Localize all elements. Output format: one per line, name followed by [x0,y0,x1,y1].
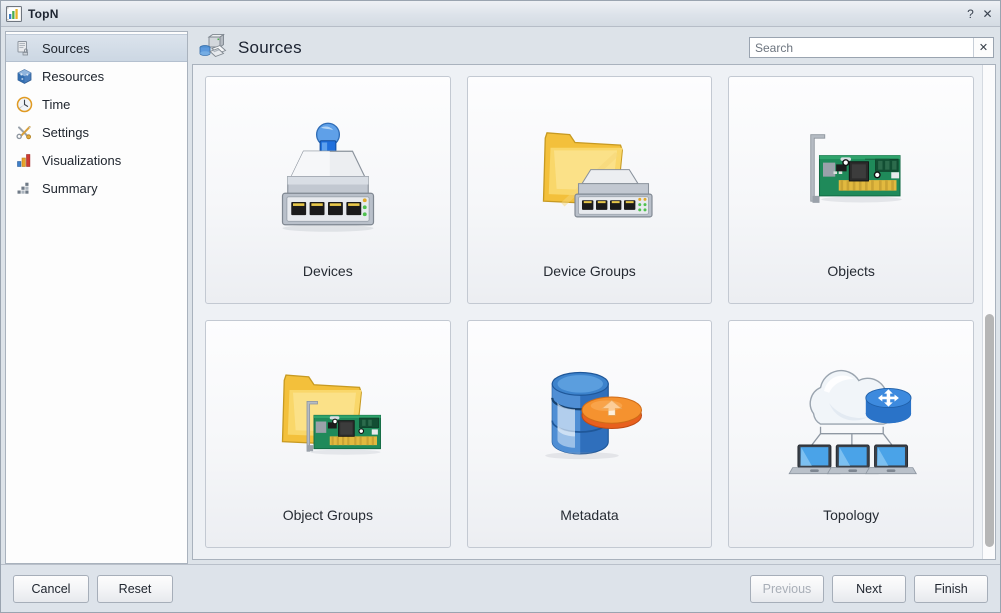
reset-button[interactable]: Reset [97,574,173,603]
folder-switch-icon [468,77,712,263]
sidebar-item-visualizations[interactable]: Visualizations [6,146,187,174]
pci-card-icon [729,77,973,263]
previous-button[interactable]: Previous [750,574,824,603]
window-title: TopN [28,6,59,21]
sources-icon [16,40,33,57]
sidebar-item-label: Sources [42,40,90,56]
sidebar-item-time[interactable]: Time [6,90,187,118]
clear-search-icon[interactable]: ✕ [973,38,993,57]
page-title: Sources [238,37,302,57]
tile-metadata[interactable]: Metadata [466,320,713,548]
chart-icon [6,5,22,22]
sidebar-item-resources[interactable]: Resources [6,62,187,90]
close-button[interactable]: ✕ [979,5,996,23]
sidebar-item-label: Visualizations [42,152,122,168]
sidebar-item-label: Settings [42,124,89,140]
next-button[interactable]: Next [832,574,906,603]
tile-label: Topology [823,507,880,523]
title-bar: TopN ? ✕ [1,1,1000,27]
tile-object-groups[interactable]: Object Groups [205,320,451,548]
finish-button[interactable]: Finish [914,574,988,603]
network-switch-info-icon [206,77,450,263]
database-icon [468,321,712,507]
footer-bar: Cancel Reset Previous Next Finish [1,564,1000,612]
sidebar-item-label: Summary [42,180,98,196]
clock-icon [16,96,33,113]
sidebar: Sources Resources Time Settings Visualiz… [5,31,188,564]
resources-icon [16,68,33,85]
tile-label: Metadata [560,507,619,523]
tiles-container: Devices Device Groups Objects Object Gro… [192,64,996,560]
tile-label: Object Groups [282,507,373,523]
sidebar-item-sources[interactable]: Sources [6,34,187,62]
help-button[interactable]: ? [962,5,979,23]
sources-large-icon [198,33,228,63]
page-header: Sources ✕ [192,31,996,64]
summary-icon [16,180,33,197]
tile-device-groups[interactable]: Device Groups [466,76,713,304]
sidebar-item-label: Time [42,96,71,112]
tile-topology[interactable]: Topology [728,320,974,548]
tile-objects[interactable]: Objects [728,76,974,304]
search-box[interactable]: ✕ [749,37,994,58]
folder-pci-card-icon [206,321,450,507]
bar-chart-icon [16,152,33,169]
main-panel: Sources ✕ [192,31,996,564]
topn-window: TopN ? ✕ Sources Resources Time Settings… [0,0,1001,613]
search-input[interactable] [750,38,973,57]
sidebar-item-summary[interactable]: Summary [6,174,187,202]
scrollbar-thumb[interactable] [985,314,994,547]
tile-label: Device Groups [543,263,636,279]
tile-label: Devices [302,263,353,279]
vertical-scrollbar[interactable] [982,65,995,559]
cloud-network-icon [729,321,973,507]
window-body: Sources Resources Time Settings Visualiz… [1,27,1000,564]
tile-label: Objects [827,263,875,279]
cancel-button[interactable]: Cancel [13,574,89,603]
tiles-grid: Devices Device Groups Objects Object Gro… [193,65,982,559]
sidebar-item-label: Resources [42,68,105,84]
tile-devices[interactable]: Devices [205,76,451,304]
settings-icon [16,124,33,141]
sidebar-item-settings[interactable]: Settings [6,118,187,146]
